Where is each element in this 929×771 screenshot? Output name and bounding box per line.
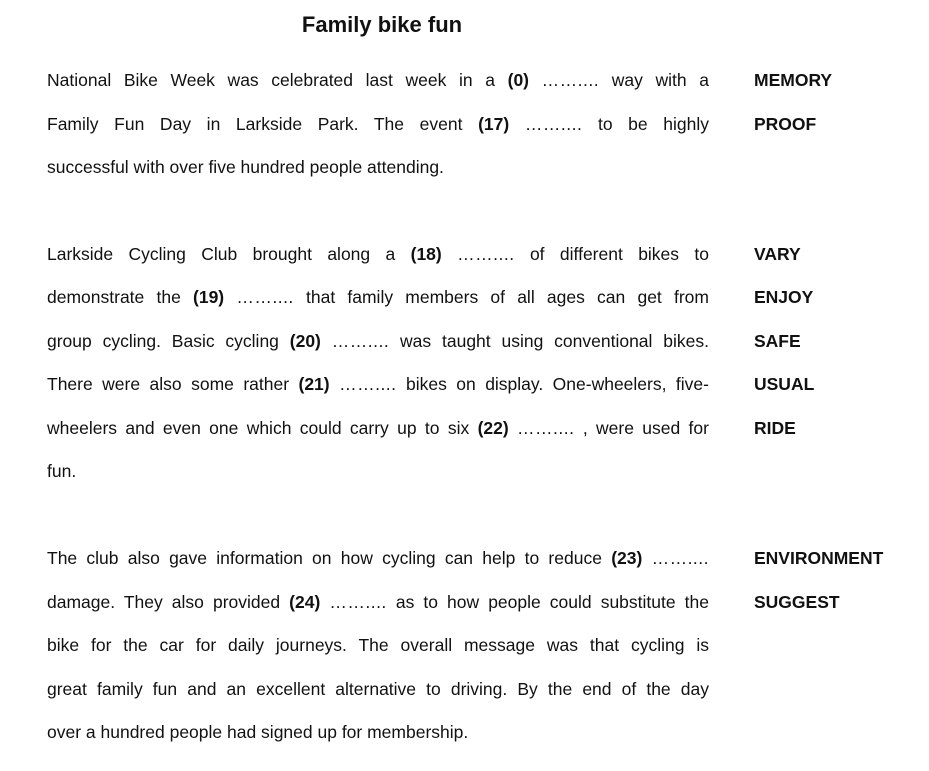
- line-text: way with a: [611, 70, 709, 90]
- gap-number: (20): [289, 331, 321, 351]
- answer-blank: ……....: [541, 70, 600, 90]
- line-text: of different bikes to: [529, 244, 709, 264]
- answer-blank: ……....: [524, 114, 583, 134]
- text-line: The club also gave information on how cy…: [47, 547, 709, 569]
- line-text: bikes on display. One-wheelers, five-: [405, 374, 709, 394]
- line-text: fun.: [47, 461, 77, 481]
- answer-blank: ……....: [457, 244, 515, 264]
- gap-number: (18): [410, 244, 442, 264]
- line-text: that family members of all ages can get …: [306, 287, 709, 307]
- line-text: Family Fun Day in Larkside Park. The eve…: [47, 114, 463, 134]
- answer-blank: ……....: [331, 331, 390, 351]
- answer-blank: ……....: [236, 287, 294, 307]
- text-line: There were also some rather (21) …….... …: [47, 373, 709, 395]
- text-line: Family Fun Day in Larkside Park. The eve…: [47, 113, 709, 135]
- keyword-environment: ENVIRONMENT: [754, 548, 884, 568]
- gap-number: (19): [193, 287, 225, 307]
- line-text: over a hundred people had signed up for …: [47, 722, 469, 742]
- text-line: demonstrate the (19) …….... that family …: [47, 286, 709, 308]
- gap-number: (17): [478, 114, 510, 134]
- line-text: to be highly: [597, 114, 709, 134]
- gap-number: (21): [298, 374, 330, 394]
- text-line: group cycling. Basic cycling (20) ……....…: [47, 330, 709, 352]
- answer-blank: ……....: [517, 418, 575, 438]
- text-line: Larkside Cycling Club brought along a (1…: [47, 243, 709, 265]
- line-text: bike for the car for daily journeys. The…: [47, 635, 709, 655]
- line-text: There were also some rather: [47, 374, 290, 394]
- line-text: Larkside Cycling Club brought along a: [47, 244, 396, 264]
- keyword-ride: RIDE: [754, 418, 796, 438]
- text-line: over a hundred people had signed up for …: [47, 721, 709, 743]
- keyword-proof: PROOF: [754, 114, 817, 134]
- text-line: great family fun and an excellent altern…: [47, 678, 709, 700]
- page-title: Family bike fun: [301, 12, 463, 37]
- keyword-usual: USUAL: [754, 374, 815, 394]
- line-text: wheelers and even one which could carry …: [47, 418, 470, 438]
- line-text: demonstrate the: [47, 287, 181, 307]
- answer-blank: ……....: [339, 374, 397, 394]
- line-text: , were used for: [582, 418, 709, 438]
- line-text: The club also gave information on how cy…: [47, 548, 602, 568]
- line-text: successful with over five hundred people…: [47, 157, 444, 177]
- line-text: was taught using conventional bikes.: [400, 331, 709, 351]
- keyword-safe: SAFE: [754, 331, 801, 351]
- answer-blank: ……....: [329, 592, 387, 612]
- gap-number: (23): [611, 548, 643, 568]
- text-line: successful with over five hundred people…: [47, 156, 709, 178]
- line-text: group cycling. Basic cycling: [47, 331, 279, 351]
- text-line: fun.: [47, 460, 709, 482]
- keyword-memory: MEMORY: [754, 70, 833, 90]
- line-text: damage. They also provided: [47, 592, 281, 612]
- text-line: damage. They also provided (24) …….... a…: [47, 591, 709, 613]
- gap-number: (24): [289, 592, 321, 612]
- keyword-enjoy: ENJOY: [754, 287, 814, 307]
- gap-number: (22): [477, 418, 509, 438]
- text-line: wheelers and even one which could carry …: [47, 417, 709, 439]
- line-text: National Bike Week was celebrated last w…: [47, 70, 495, 90]
- gap-number: (0): [507, 70, 530, 90]
- text-line: National Bike Week was celebrated last w…: [47, 69, 709, 91]
- keyword-vary: VARY: [754, 244, 801, 264]
- text-line: bike for the car for daily journeys. The…: [47, 634, 709, 656]
- keyword-suggest: SUGGEST: [754, 592, 840, 612]
- answer-blank: ……....: [651, 548, 709, 568]
- line-text: great family fun and an excellent altern…: [47, 679, 709, 699]
- line-text: as to how people could substitute the: [395, 592, 709, 612]
